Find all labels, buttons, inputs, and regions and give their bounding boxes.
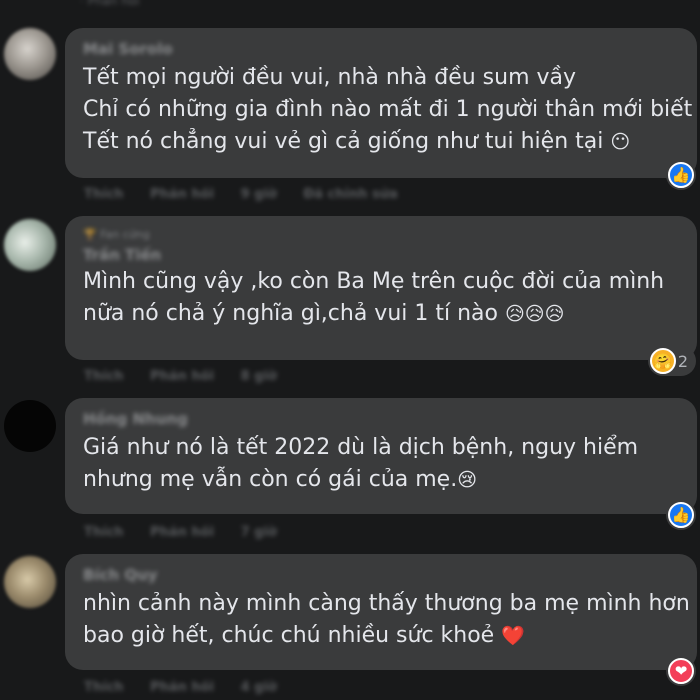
timestamp[interactable]: 9 giờ [241, 187, 277, 202]
avatar[interactable] [4, 556, 56, 608]
reaction-count: 2 [677, 351, 688, 371]
reply-button[interactable]: Phản hồi [150, 680, 214, 695]
sad-face-emoji: 😥😥😥 [504, 303, 565, 325]
reply-button[interactable]: Phản hồi [150, 525, 214, 540]
edited-label[interactable]: Đã chỉnh sửa [303, 187, 397, 202]
comment-bubble: Mai Sorolo Tết mọi người đều vui, nhà nh… [65, 28, 697, 178]
comment-text-line: Tết nó chẳng vui vẻ gì cả giống như tui … [83, 129, 631, 154]
comment-author[interactable]: Trần Tiến [83, 246, 679, 264]
timestamp[interactable]: 4 giờ [241, 680, 277, 695]
comment-author[interactable]: Hồng Nhung [83, 410, 679, 428]
like-icon: 👍 [668, 502, 694, 528]
comment-author[interactable]: Bích Quy [83, 566, 679, 584]
comment-bubble: 🏆 Fan cứng Trần Tiến Mình cũng vậy ,ko c… [65, 216, 697, 360]
comment-text-line: nữa nó chả ý nghĩa gì,chả vui 1 tí nào 😥… [83, 301, 565, 326]
comment-bubble: Hồng Nhung Giá như nó là tết 2022 dù là … [65, 398, 697, 514]
fan-badge: 🏆 Fan cứng [83, 228, 150, 241]
care-icon: 🤗 [649, 348, 676, 374]
reaction-summary[interactable]: 🤗 2 [647, 346, 696, 376]
comment-actions: Thích Phản hồi 7 giờ [84, 525, 299, 540]
reaction-summary[interactable]: 👍 [666, 160, 696, 190]
like-button[interactable]: Thích [84, 369, 124, 384]
comment-text-line: nhưng mẹ vẫn còn có gái của mẹ.😢 [83, 467, 478, 492]
reaction-summary[interactable]: 👍 [666, 500, 696, 530]
comment-actions: Thích Phản hồi 8 giờ [84, 369, 299, 384]
love-icon: ❤ [668, 658, 694, 684]
crying-face-emoji: 😢 [457, 469, 478, 491]
timestamp[interactable]: 7 giờ [241, 525, 277, 540]
avatar[interactable] [4, 28, 56, 80]
comment-text-line: Chỉ có những gia đình nào mất đi 1 người… [83, 97, 693, 122]
comment-bubble: Bích Quy nhìn cảnh này mình càng thấy th… [65, 554, 697, 670]
comment-author[interactable]: Mai Sorolo [83, 40, 679, 58]
avatar[interactable] [4, 219, 56, 271]
avatar[interactable] [4, 400, 56, 452]
comment-actions: Thích Phản hồi 9 giờ Đã chỉnh sửa [84, 187, 420, 202]
comment-text-line: Giá như nó là tết 2022 dù là dịch bệnh, … [83, 435, 639, 460]
comment-text-line: nhìn cảnh này mình càng thấy thương ba m… [83, 591, 690, 616]
reply-button[interactable]: Phản hồi [150, 187, 214, 202]
red-heart-emoji: ❤️ [501, 625, 525, 647]
comment-text-line: Mình cũng vậy ,ko còn Ba Mẹ trên cuộc đờ… [83, 269, 665, 294]
like-button[interactable]: Thích [84, 680, 124, 695]
timestamp[interactable]: 8 giờ [241, 369, 277, 384]
like-icon: 👍 [668, 162, 694, 188]
comment-text-line: bao giờ hết, chúc chú nhiều sức khoẻ ❤️ [83, 623, 525, 648]
reply-button[interactable]: Phản hồi [150, 369, 214, 384]
neutral-face-emoji: 😶 [610, 131, 631, 153]
like-button[interactable]: Thích [84, 187, 124, 202]
previous-comment-actions[interactable]: · Phản hồi [80, 0, 250, 8]
comment-actions: Thích Phản hồi 4 giờ [84, 680, 299, 695]
comment-text-line: Tết mọi người đều vui, nhà nhà đều sum v… [83, 65, 577, 90]
like-button[interactable]: Thích [84, 525, 124, 540]
reaction-summary[interactable]: ❤ [666, 656, 696, 686]
